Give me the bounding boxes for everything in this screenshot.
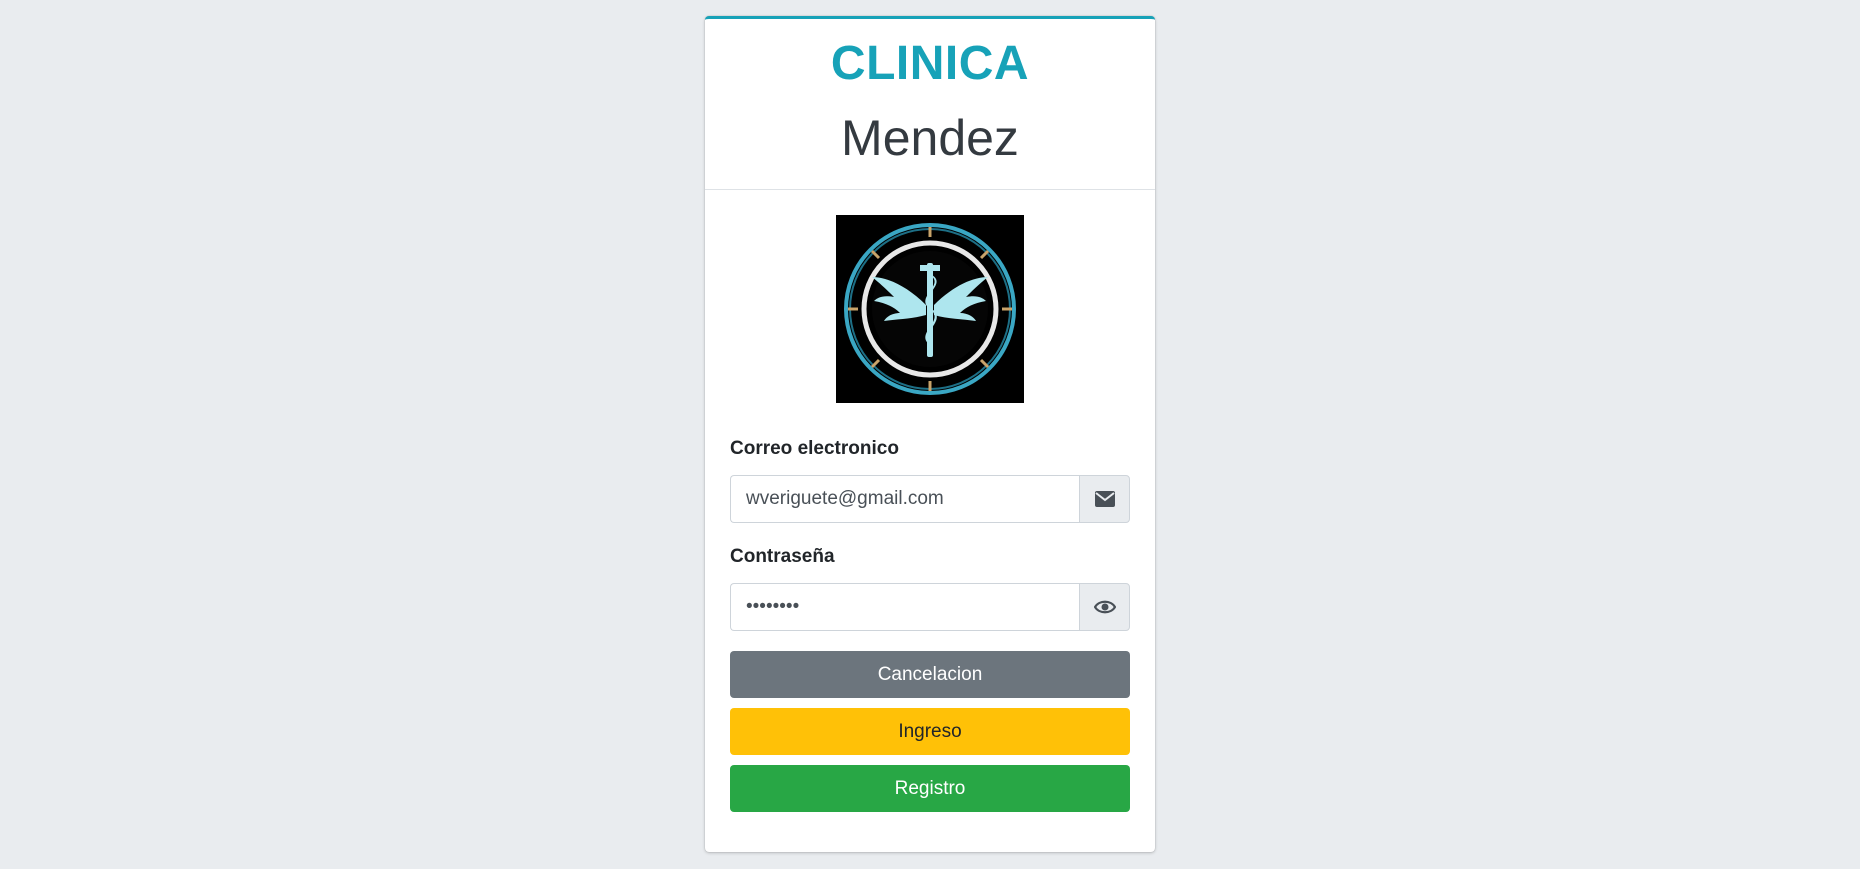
card-header: CLINICA Mendez: [705, 19, 1155, 190]
card-body: Correo electronico Contraseña Cancelacio…: [705, 215, 1155, 812]
envelope-icon: [1094, 491, 1115, 507]
email-input-group: [730, 475, 1130, 523]
email-label: Correo electronico: [730, 438, 899, 459]
cancel-button[interactable]: Cancelacion: [730, 651, 1130, 698]
password-input[interactable]: [730, 583, 1079, 631]
toggle-password-button[interactable]: [1079, 583, 1130, 631]
brand-subtitle: Mendez: [841, 109, 1019, 166]
caduceus-emblem-icon: [836, 215, 1024, 403]
brand-title[interactable]: CLINICA: [705, 37, 1155, 91]
email-input[interactable]: [730, 475, 1079, 523]
login-button[interactable]: Ingreso: [730, 708, 1130, 755]
login-card: CLINICA Mendez Correo electronico wverig…: [705, 16, 1155, 852]
email-addon: [1079, 475, 1130, 523]
password-input-group: [730, 583, 1130, 631]
eye-icon: [1093, 600, 1116, 614]
register-button[interactable]: Registro: [730, 765, 1130, 812]
password-label: Contraseña: [730, 546, 835, 567]
logo-wrap: [730, 215, 1130, 403]
